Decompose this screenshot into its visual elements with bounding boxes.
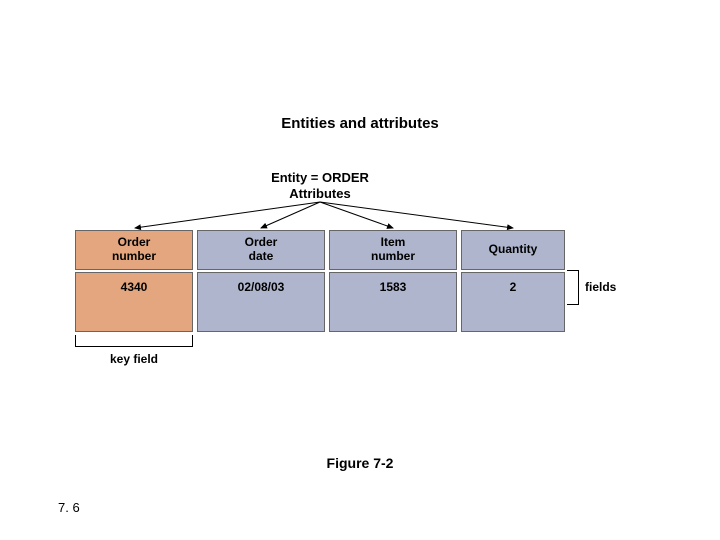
- figure-label: Figure 7-2: [0, 455, 720, 471]
- keyfield-label: key field: [75, 352, 193, 366]
- entity-label: Entity = ORDER: [75, 170, 565, 185]
- column-header-line2: number: [371, 250, 415, 264]
- fields-label: fields: [585, 280, 616, 294]
- column-value: 02/08/03: [197, 272, 325, 332]
- column-header-line1: Order: [118, 236, 151, 250]
- column-header: Quantity: [461, 230, 565, 270]
- column-header-line1: Order: [245, 236, 278, 250]
- column-value-text: 4340: [121, 281, 148, 295]
- slide-title: Entities and attributes: [0, 115, 720, 132]
- fields-bracket: [567, 270, 579, 305]
- column-value-text: 1583: [380, 281, 407, 295]
- keyfield-bracket: [75, 335, 193, 347]
- column-header-line2: number: [112, 250, 156, 264]
- column-value: 2: [461, 272, 565, 332]
- er-diagram: Entity = ORDER Attributes OrdernumberOrd…: [75, 170, 645, 400]
- column-value: 4340: [75, 272, 193, 332]
- arrows-icon: [75, 196, 565, 232]
- column-header: Orderdate: [197, 230, 325, 270]
- page-number: 7. 6: [58, 500, 80, 515]
- column-value-text: 02/08/03: [238, 281, 285, 295]
- column-header: Itemnumber: [329, 230, 457, 270]
- column-value: 1583: [329, 272, 457, 332]
- column-value-text: 2: [510, 281, 517, 295]
- column-header-line1: Item: [381, 236, 406, 250]
- column-header-line2: date: [249, 250, 274, 264]
- column-header-line1: Quantity: [489, 243, 538, 257]
- column-header: Ordernumber: [75, 230, 193, 270]
